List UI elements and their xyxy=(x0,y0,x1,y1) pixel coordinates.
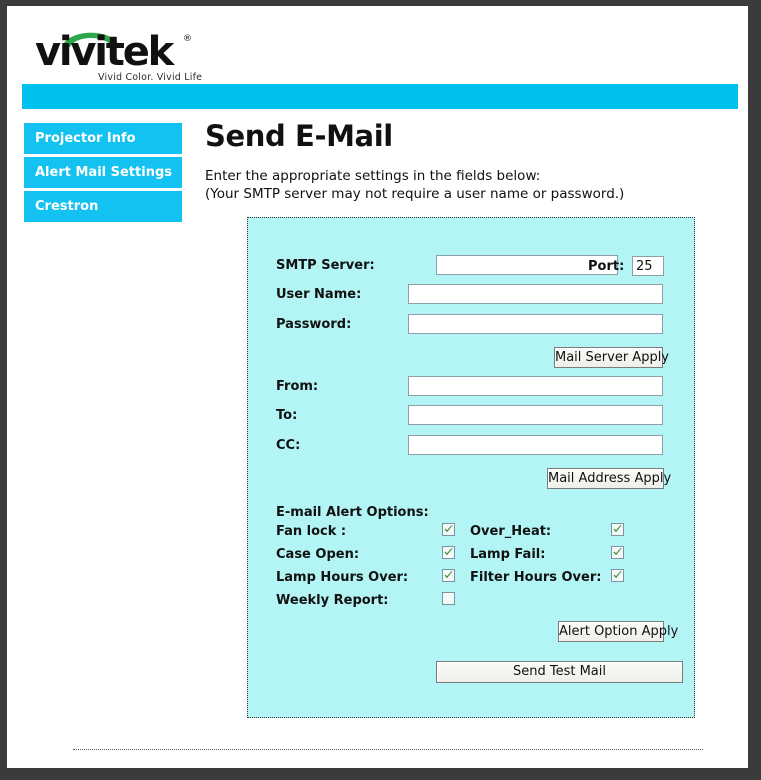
to-label: To: xyxy=(276,408,298,423)
page-title: Send E-Mail xyxy=(205,119,393,153)
email-settings-panel: SMTP Server: Port: User Name: Password: … xyxy=(247,217,695,718)
case-open-label: Case Open: xyxy=(276,547,360,562)
cc-label: CC: xyxy=(276,438,301,453)
sidebar-item-projector-info[interactable]: Projector Info xyxy=(24,123,182,154)
filter-hours-over-checkbox[interactable] xyxy=(611,569,624,582)
port-label-text: Port: xyxy=(588,259,625,274)
port-input[interactable] xyxy=(632,256,664,276)
smtp-server-label: SMTP Server: xyxy=(276,258,375,273)
over-heat-checkbox[interactable] xyxy=(611,523,624,536)
lamp-hours-over-checkbox[interactable] xyxy=(442,569,455,582)
intro-text-line-2: (Your SMTP server may not require a user… xyxy=(205,186,625,202)
sidebar-nav: Projector Info Alert Mail Settings Crest… xyxy=(24,123,182,225)
logo-tagline: Vivid Color. Vivid Life xyxy=(98,72,203,83)
from-label: From: xyxy=(276,379,319,394)
vivitek-logo: vivitek ® Vivid Color. Vivid Life xyxy=(35,24,215,83)
weekly-report-label: Weekly Report: xyxy=(276,593,389,608)
email-alert-options-heading: E-mail Alert Options: xyxy=(276,505,429,520)
from-input[interactable] xyxy=(408,376,663,396)
weekly-report-checkbox[interactable] xyxy=(442,592,455,605)
password-input[interactable] xyxy=(408,314,663,334)
to-input[interactable] xyxy=(408,405,663,425)
sidebar-item-crestron[interactable]: Crestron xyxy=(24,191,182,222)
fan-lock-label: Fan lock : xyxy=(276,524,347,539)
lamp-fail-label: Lamp Fail: xyxy=(470,547,546,562)
fan-lock-checkbox[interactable] xyxy=(442,523,455,536)
user-name-label: User Name: xyxy=(276,287,362,302)
logo-registered-mark: ® xyxy=(183,34,192,44)
over-heat-label: Over_Heat: xyxy=(470,524,552,539)
window-frame: vivitek ® Vivid Color. Vivid Life Projec… xyxy=(0,0,761,780)
main-heading-area: Send E-Mail Enter the appropriate settin… xyxy=(203,118,703,203)
cc-input[interactable] xyxy=(408,435,663,455)
page-body: vivitek ® Vivid Color. Vivid Life Projec… xyxy=(7,6,748,768)
sidebar-item-alert-mail-settings[interactable]: Alert Mail Settings xyxy=(24,157,182,188)
password-label: Password: xyxy=(276,317,352,332)
lamp-fail-checkbox[interactable] xyxy=(611,546,624,559)
alert-option-apply-button[interactable]: Alert Option Apply xyxy=(558,621,678,642)
intro-text-line-1: Enter the appropriate settings in the fi… xyxy=(205,168,541,184)
footer-divider xyxy=(73,749,703,750)
mail-server-apply-button[interactable]: Mail Server Apply xyxy=(554,347,669,368)
header-banner-bar xyxy=(22,84,738,109)
send-test-mail-button[interactable]: Send Test Mail xyxy=(436,661,683,683)
case-open-checkbox[interactable] xyxy=(442,546,455,559)
logo-wordmark: vivitek xyxy=(35,29,174,75)
filter-hours-over-label: Filter Hours Over: xyxy=(470,570,602,585)
mail-address-apply-button[interactable]: Mail Address Apply xyxy=(547,468,671,489)
lamp-hours-over-label: Lamp Hours Over: xyxy=(276,570,409,585)
user-name-input[interactable] xyxy=(408,284,663,304)
